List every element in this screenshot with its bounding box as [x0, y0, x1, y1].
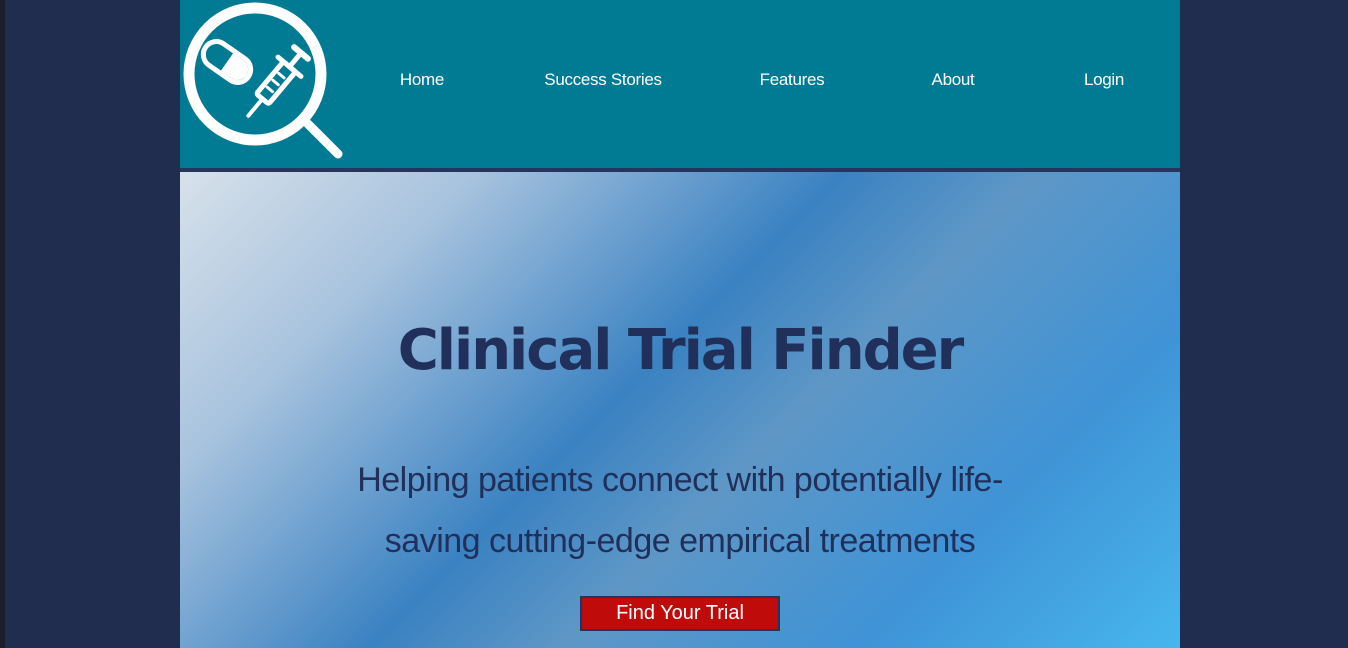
window-edge-strip [0, 0, 5, 648]
find-your-trial-button[interactable]: Find Your Trial [580, 596, 780, 631]
nav-home-link[interactable]: Home [400, 70, 444, 90]
nav-features-link[interactable]: Features [760, 70, 825, 90]
site-header: Home Success Stories Features About Logi… [180, 0, 1180, 172]
hero-section: Clinical Trial Finder Helping patients c… [180, 172, 1180, 648]
hero-subtitle: Helping patients connect with potentiall… [357, 461, 1003, 560]
main-nav: Home Success Stories Features About Logi… [180, 0, 1180, 168]
nav-success-stories-link[interactable]: Success Stories [544, 70, 662, 90]
nav-login-link[interactable]: Login [1084, 70, 1124, 90]
hero-title: Clinical Trial Finder [397, 318, 965, 383]
nav-about-link[interactable]: About [932, 70, 975, 90]
page-container: Home Success Stories Features About Logi… [180, 0, 1180, 648]
